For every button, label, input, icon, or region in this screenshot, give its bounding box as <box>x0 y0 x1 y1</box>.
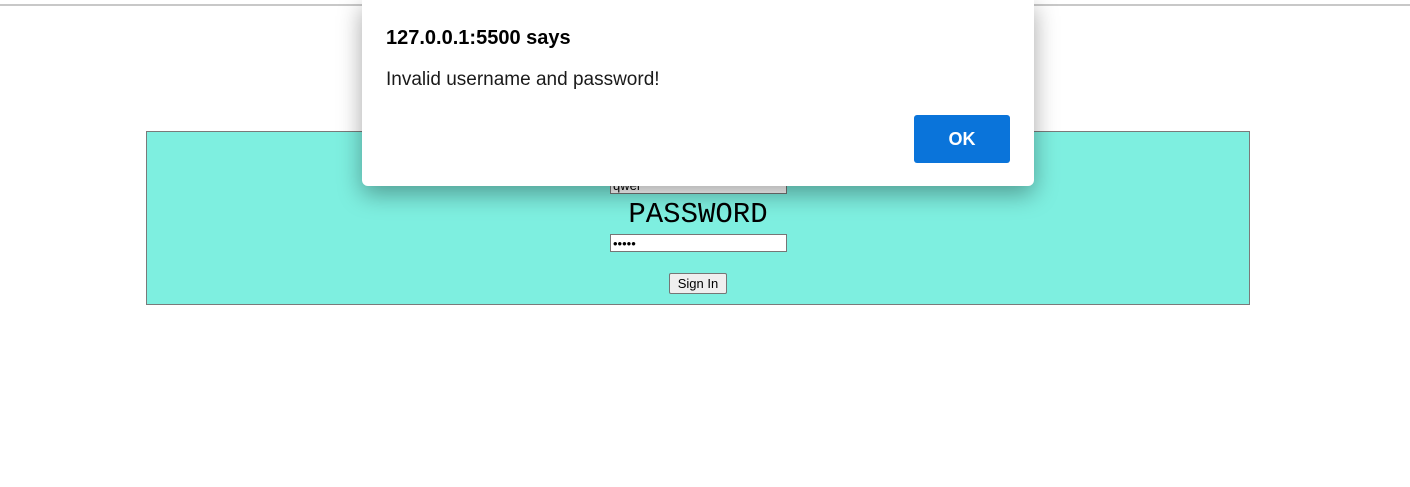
alert-title: 127.0.0.1:5500 says <box>386 27 571 49</box>
sign-in-button[interactable]: Sign In <box>669 273 727 294</box>
password-label: PASSWORD <box>628 198 768 231</box>
alert-dialog: 127.0.0.1:5500 says Invalid username and… <box>362 0 1034 186</box>
ok-button[interactable]: OK <box>914 115 1010 163</box>
password-input[interactable] <box>610 234 787 252</box>
alert-message: Invalid username and password! <box>386 69 660 90</box>
